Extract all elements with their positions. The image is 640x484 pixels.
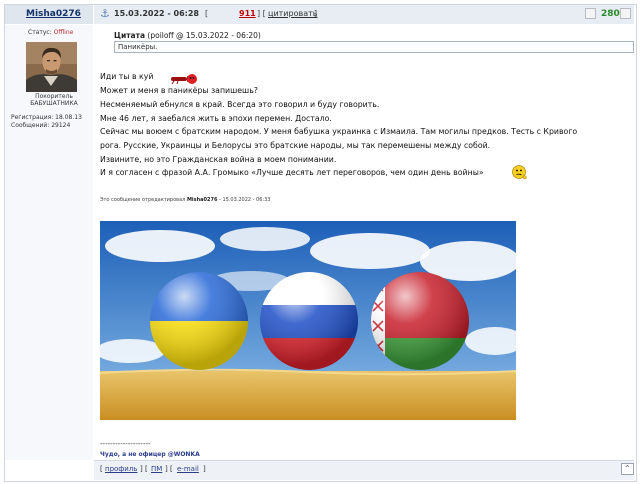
footer-bracket: ] bbox=[203, 465, 206, 473]
status-value: Offline bbox=[53, 29, 74, 36]
bracket-close: ] bbox=[314, 9, 318, 18]
post-line: Мне 46 лет, я заебался жить в эпохи пере… bbox=[100, 114, 332, 123]
pm-link[interactable]: ПМ bbox=[151, 465, 162, 473]
post-line: И я согласен с фразой А.А. Громыко «Лучш… bbox=[100, 168, 484, 177]
user-title-line1: Покоритель bbox=[35, 93, 73, 100]
rating-value: 280 bbox=[601, 9, 620, 19]
post-line: Может и меня в паникёры запишешь? bbox=[100, 86, 258, 95]
rating-minus-button[interactable] bbox=[585, 8, 596, 19]
footer-bracket: ] [ bbox=[140, 465, 148, 473]
signature-text: Чудо, а не офицер @WONKA bbox=[100, 451, 200, 458]
post-line: Сейчас мы воюем с братским народом. У ме… bbox=[100, 127, 578, 136]
email-link[interactable]: e-mail bbox=[177, 465, 199, 473]
post-line: Несменяемый ебнулся в край. Всегда это г… bbox=[100, 100, 380, 109]
post-line: рога. Русские, Украинцы и Белорусы это б… bbox=[100, 141, 491, 150]
edited-note: Это сообщение отредактировал Misha0276 -… bbox=[100, 197, 270, 203]
footer-bracket: [ bbox=[100, 465, 103, 473]
post-number-link[interactable]: 911 bbox=[239, 9, 256, 18]
avatar[interactable] bbox=[26, 42, 77, 92]
quote-word: Цитата bbox=[114, 31, 146, 40]
email-link-label[interactable]: e-mail bbox=[177, 465, 199, 473]
status-label: Статус: bbox=[28, 29, 52, 36]
post-footer bbox=[94, 460, 634, 480]
message-count: Сообщений: 29124 bbox=[11, 122, 71, 129]
quote-text: Паникёры. bbox=[118, 43, 158, 51]
signature-separator: -------------------- bbox=[100, 440, 151, 448]
pm-link-label[interactable]: ПМ bbox=[151, 465, 162, 473]
post-date: 15.03.2022 - 06:28 bbox=[114, 9, 199, 18]
profile-link[interactable]: профиль bbox=[105, 465, 137, 473]
bracket-open: [ bbox=[205, 9, 209, 18]
bracket-pair: ] [ bbox=[257, 9, 266, 18]
post-line: Иди ты в куй bbox=[100, 72, 154, 81]
thinking-smiley-icon bbox=[511, 164, 528, 184]
registration-date: Регистрация: 18.08.13 bbox=[11, 114, 82, 121]
edited-prefix: Это сообщение отредактировал bbox=[100, 197, 186, 203]
quote-title: Цитата (poiloff @ 15.03.2022 - 06:20) bbox=[114, 31, 261, 40]
edited-date: - 15.03.2022 - 06:33 bbox=[219, 197, 271, 203]
quote-meta: (poiloff @ 15.03.2022 - 06:20) bbox=[147, 31, 261, 40]
rating-plus-button[interactable] bbox=[620, 8, 631, 19]
quote-box: Паникёры. bbox=[114, 41, 634, 53]
user-title-line2: БАБУШАТНИКА bbox=[30, 100, 78, 107]
user-status: Статус: Offline bbox=[28, 29, 73, 36]
username-link[interactable]: Misha0276 bbox=[26, 9, 81, 19]
post-line: Извините, но это Гражданская война в мое… bbox=[100, 155, 337, 164]
footer-bracket: ] [ bbox=[165, 465, 173, 473]
scroll-up-button[interactable]: ^ bbox=[621, 463, 634, 475]
edited-user: Misha0276 bbox=[186, 197, 218, 203]
profile-link-label[interactable]: профиль bbox=[105, 465, 137, 473]
anchor-icon[interactable]: ⚓ bbox=[100, 7, 110, 20]
quote-link[interactable]: цитировать bbox=[268, 9, 317, 18]
flags-banner-image bbox=[100, 221, 516, 420]
